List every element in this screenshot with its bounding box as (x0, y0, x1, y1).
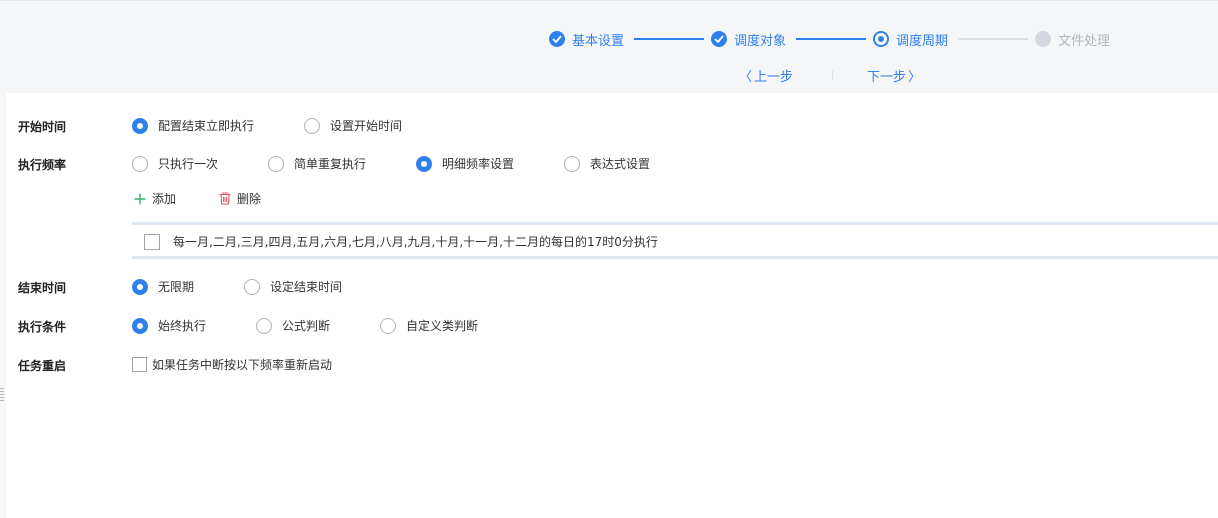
frequency-label: 执行频率 (18, 158, 67, 172)
checkbox-box (132, 357, 147, 372)
frequency-simple-repeat-radio[interactable]: 简单重复执行 (268, 155, 366, 172)
delete-rule-button[interactable]: 删除 (219, 190, 261, 207)
left-gutter (0, 93, 6, 518)
frequency-detailed-radio[interactable]: 明细频率设置 (416, 155, 514, 172)
step-connector (796, 38, 866, 40)
step-label: 文件处理 (1058, 33, 1111, 49)
step-basic-settings[interactable]: 基本设置 (549, 30, 625, 49)
resize-handle[interactable] (0, 388, 4, 402)
start-time-custom-radio[interactable]: 设置开始时间 (304, 117, 402, 134)
rule-text: 每一月,二月,三月,四月,五月,六月,七月,八月,九月,十月,十一月,十二月的每… (173, 235, 658, 249)
trash-icon (219, 192, 231, 205)
start-time-immediate-radio[interactable]: 配置结束立即执行 (132, 117, 254, 134)
check-icon (549, 31, 565, 47)
start-time-label: 开始时间 (18, 120, 67, 134)
step-file-processing[interactable]: 文件处理 (1035, 30, 1111, 49)
add-rule-button[interactable]: 添加 (134, 190, 176, 207)
step-label: 调度对象 (734, 33, 787, 49)
check-icon (711, 31, 727, 47)
radio-unselected (304, 117, 320, 134)
end-time-unlimited-radio[interactable]: 无限期 (132, 278, 194, 295)
chevron-left-icon: 〈 (739, 70, 753, 85)
nav-divider (832, 70, 833, 80)
radio-unselected (244, 278, 260, 295)
radio-unselected (256, 317, 272, 334)
radio-unselected (564, 155, 580, 172)
radio-selected (416, 155, 432, 172)
frequency-once-radio[interactable]: 只执行一次 (132, 155, 218, 172)
condition-custom-class-radio[interactable]: 自定义类判断 (380, 317, 478, 334)
step-label: 调度周期 (896, 33, 949, 49)
prev-step-button[interactable]: 〈 上一步 (739, 66, 793, 85)
radio-selected (132, 317, 148, 334)
step-schedule-period[interactable]: 调度周期 (873, 30, 949, 49)
frequency-expression-radio[interactable]: 表达式设置 (564, 155, 650, 172)
step-label: 基本设置 (572, 33, 625, 49)
condition-formula-radio[interactable]: 公式判断 (256, 317, 330, 334)
condition-label: 执行条件 (18, 320, 67, 334)
restart-checkbox[interactable]: 如果任务中断按以下频率重新启动 (132, 356, 332, 373)
step-schedule-object[interactable]: 调度对象 (711, 30, 787, 49)
next-step-button[interactable]: 下一步 〉 (867, 66, 921, 85)
radio-unselected (132, 155, 148, 172)
radio-unselected (268, 155, 284, 172)
step-connector (958, 38, 1028, 40)
rule-checkbox[interactable] (144, 233, 160, 250)
pending-step-icon (1035, 31, 1051, 47)
radio-selected (132, 117, 148, 134)
plus-icon (134, 193, 146, 205)
step-connector (634, 38, 704, 40)
wizard-header: 基本设置 调度对象 调度周期 文件处理 〈 上一步 下一步 〉 (0, 0, 1218, 93)
chevron-right-icon: 〉 (908, 70, 922, 85)
radio-selected (132, 278, 148, 295)
condition-always-radio[interactable]: 始终执行 (132, 317, 206, 334)
radio-unselected (380, 317, 396, 334)
end-time-custom-radio[interactable]: 设定结束时间 (244, 278, 342, 295)
restart-label: 任务重启 (18, 359, 67, 373)
current-step-icon (873, 31, 889, 47)
end-time-label: 结束时间 (18, 281, 67, 295)
frequency-rule-row[interactable]: 每一月,二月,三月,四月,五月,六月,七月,八月,九月,十月,十一月,十二月的每… (144, 233, 658, 250)
